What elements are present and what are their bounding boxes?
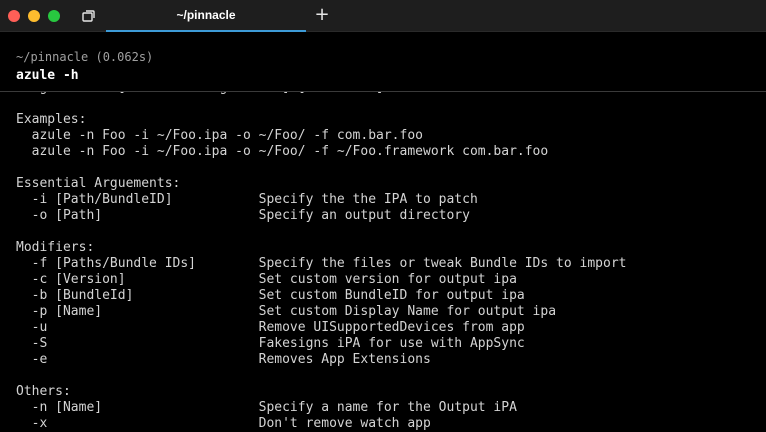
plus-icon: + xyxy=(314,4,330,25)
output-line: Essential Arguements: xyxy=(16,176,181,191)
tab-pinnacle[interactable]: ~/pinnacle xyxy=(106,0,306,32)
output-line: azule -n Foo -i ~/Foo.ipa -o ~/Foo/ -f ~… xyxy=(16,144,549,159)
zoom-window-button[interactable] xyxy=(48,10,60,22)
output-line: -i [Path/BundleID] Specify the the IPA t… xyxy=(16,192,478,207)
close-window-button[interactable] xyxy=(8,10,20,22)
output-line: azule -n Foo -i ~/Foo.ipa -o ~/Foo/ -f c… xyxy=(16,128,423,143)
command-text: azule -h xyxy=(16,68,79,83)
sidebar-toggle-icon[interactable] xyxy=(80,8,96,24)
output-line: -u Remove UISupportedDevices from app xyxy=(16,320,525,335)
new-tab-button[interactable]: + xyxy=(312,4,332,26)
output-line: Others: xyxy=(16,384,71,399)
title-bar: ~/pinnacle + xyxy=(0,0,766,32)
minimize-window-button[interactable] xyxy=(28,10,40,22)
output-line: -b [BundleId] Set custom BundleID for ou… xyxy=(16,288,525,303)
output-line: -o [Path] Specify an output directory xyxy=(16,208,470,223)
output-line: -n [Name] Specify a name for the Output … xyxy=(16,400,517,415)
working-directory-label: ~/pinnacle (0.062s) xyxy=(16,50,154,64)
output-line: -f [Paths/Bundle IDs] Specify the files … xyxy=(16,256,627,271)
output-line: -x Don't remove watch app xyxy=(16,416,431,431)
output-line: -c [Version] Set custom version for outp… xyxy=(16,272,517,287)
output-line: -p [Name] Set custom Display Name for ou… xyxy=(16,304,557,319)
command-block-header: ~/pinnacle (0.062s) azule -h xyxy=(0,32,766,92)
command-output: Usage: azule [essential arguements] [mod… xyxy=(16,80,756,432)
output-line: Examples: xyxy=(16,112,87,127)
output-line: -e Removes App Extensions xyxy=(16,352,431,367)
output-line: Modifiers: xyxy=(16,240,95,255)
output-line: -S Fakesigns iPA for use with AppSync xyxy=(16,336,525,351)
